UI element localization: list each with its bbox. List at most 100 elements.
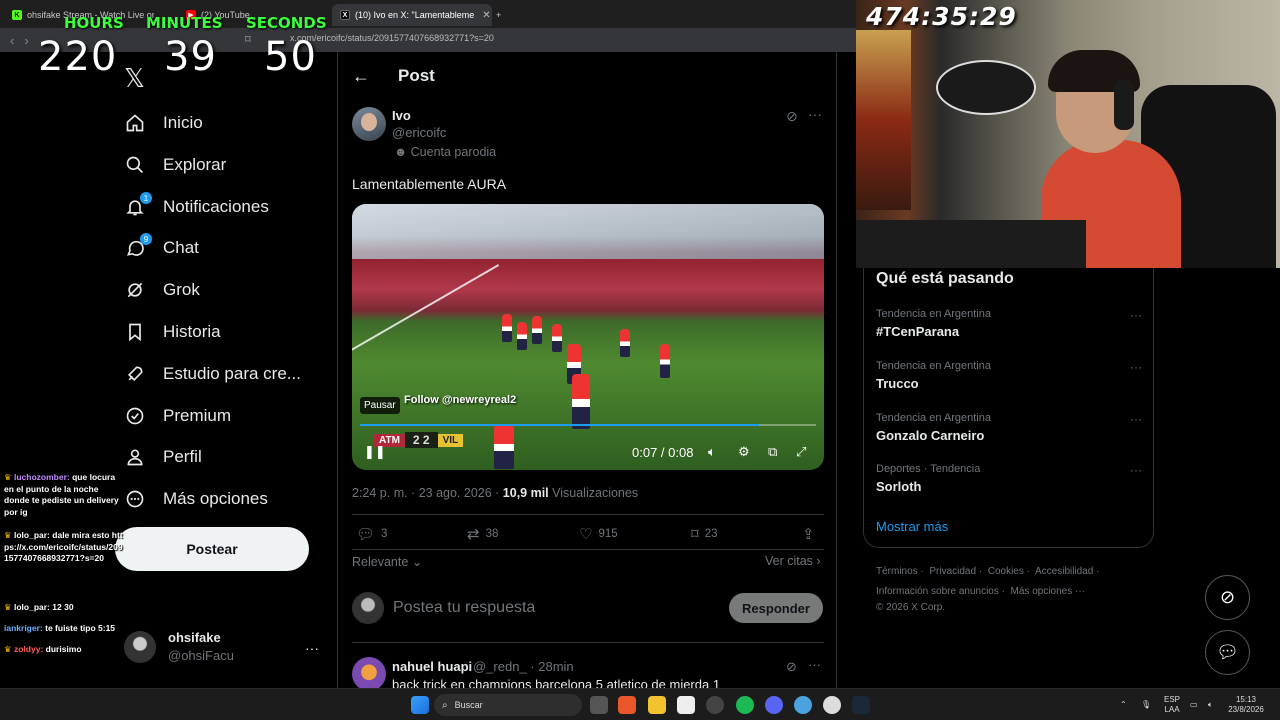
headset <box>1114 80 1134 130</box>
footer-link[interactable]: Privacidad <box>929 566 976 577</box>
pause-icon[interactable]: ❚❚ <box>364 444 386 460</box>
more-icon[interactable]: ··· <box>1130 412 1142 426</box>
fullscreen-icon[interactable]: ⤢ <box>796 444 806 460</box>
quotes-link[interactable]: Ver citas › <box>765 554 821 568</box>
tab-x-post[interactable]: X (10) Ivo en X: "Lamentableme ✕ <box>332 4 492 26</box>
forward-nav-icon[interactable]: › <box>24 33 28 48</box>
more-icon[interactable]: ··· <box>808 657 821 672</box>
share-icon[interactable]: ⇪ <box>802 525 821 543</box>
nav-historia[interactable]: Historia <box>124 314 221 350</box>
nav-estudio[interactable]: Estudio para cre... <box>124 356 301 392</box>
windows-start-icon[interactable] <box>411 696 429 714</box>
video-player[interactable]: Pausar Follow @newreyreal2 ATM 2 2 VIL ❚… <box>352 204 824 470</box>
footer-link[interactable]: Más opciones ··· <box>1011 586 1085 597</box>
network-icon[interactable]: ▭ <box>1190 700 1198 710</box>
more-icon[interactable]: ··· <box>808 106 822 122</box>
nav-chat[interactable]: 9 Chat <box>124 230 199 266</box>
clock[interactable]: 15:13 23/8/2026 <box>1226 695 1266 715</box>
more-icon[interactable]: ··· <box>305 640 319 656</box>
nav-notificaciones[interactable]: 1 Notificaciones <box>124 189 269 225</box>
more-icon[interactable]: ··· <box>1130 463 1142 477</box>
messages-fab-icon[interactable]: 💬︎ <box>1205 630 1250 675</box>
chat-text: te fuiste tipo 5:15 <box>45 623 116 633</box>
author-name[interactable]: Ivo <box>392 108 411 123</box>
author-handle[interactable]: @ericoifc <box>392 125 446 140</box>
grok-icon[interactable]: ⊘ <box>786 659 797 675</box>
new-tab-icon[interactable]: + <box>496 4 516 26</box>
footer-link[interactable]: Cookies <box>988 566 1024 577</box>
back-nav-icon[interactable]: ‹ <box>10 33 14 48</box>
like-action[interactable]: ♡ 915 <box>579 525 618 543</box>
language-indicator[interactable]: ESP LAA <box>1160 695 1184 715</box>
volume-icon[interactable]: 🔈︎ <box>708 444 716 460</box>
skull-app-icon[interactable] <box>823 696 841 714</box>
divider <box>352 642 824 643</box>
footer-link[interactable]: Información sobre anuncios <box>876 586 999 597</box>
timestamp[interactable]: 2:24 p. m. · 23 ago. 2026 · <box>352 486 503 500</box>
task-view-icon[interactable] <box>590 696 608 714</box>
bookmark-action[interactable]: ⌑ 23 <box>691 525 718 543</box>
comment-author-name[interactable]: nahuel huapi <box>392 659 472 674</box>
author-avatar[interactable] <box>352 107 386 141</box>
post-button[interactable]: Postear <box>115 527 309 571</box>
trend-item[interactable]: Tendencia en Argentina #TCenParana ··· <box>876 308 1144 339</box>
chat-message: ♛ luchozomber: que locura en el punto de… <box>4 472 126 518</box>
brave-browser-icon[interactable] <box>618 696 636 714</box>
nav-label: Premium <box>163 406 232 425</box>
tray-chevron-icon[interactable]: ⌃ <box>1120 700 1127 710</box>
trend-item[interactable]: Tendencia en Argentina Gonzalo Carneiro … <box>876 412 1144 443</box>
url-field[interactable]: x.com/ericoifc/status/209157740766893277… <box>290 33 494 43</box>
account-switcher[interactable]: ohsifake @ohsiFacu <box>124 630 234 663</box>
bookmark-page-icon[interactable]: ⌑ <box>245 33 251 46</box>
app-icon[interactable] <box>794 696 812 714</box>
nav-label: Perfil <box>163 447 202 466</box>
repost-action[interactable]: ⇄ 38 <box>467 525 498 543</box>
file-explorer-icon[interactable] <box>648 696 666 714</box>
steam-icon[interactable] <box>852 696 870 714</box>
video-progress[interactable] <box>360 424 816 426</box>
comment-author-handle[interactable]: @_redn_ · 28min <box>473 659 574 674</box>
sort-dropdown[interactable]: Relevante ⌄ <box>352 554 422 569</box>
trend-item[interactable]: Tendencia en Argentina Trucco ··· <box>876 360 1144 391</box>
footer-link[interactable]: Accesibilidad <box>1035 566 1093 577</box>
spotify-icon[interactable] <box>736 696 754 714</box>
more-circle-icon <box>124 488 146 510</box>
settings-gear-icon[interactable]: ⚙ <box>738 444 750 460</box>
app-icon[interactable] <box>706 696 724 714</box>
nav-inicio[interactable]: Inicio <box>124 105 203 141</box>
pause-tooltip: Pausar <box>360 397 400 414</box>
nav-explorar[interactable]: Explorar <box>124 147 226 183</box>
pip-icon[interactable]: ⧉ <box>768 444 777 460</box>
x-logo-icon[interactable]: 𝕏 <box>124 64 145 94</box>
close-tab-icon[interactable]: ✕ <box>482 10 490 21</box>
nav-grok[interactable]: Grok <box>124 272 200 308</box>
app-icon[interactable] <box>677 696 695 714</box>
post-column: ← Post Ivo @ericoifc ☻ Cuenta parodia ⊘ … <box>337 52 837 688</box>
grok-fab-icon[interactable]: ⊘ <box>1205 575 1250 620</box>
trends-heading: Qué está pasando <box>876 270 1014 287</box>
footer-link[interactable]: Términos <box>876 566 918 577</box>
nav-label: Notificaciones <box>163 197 269 216</box>
webcam-feed: 474:35:29 <box>856 0 1280 268</box>
more-icon[interactable]: ··· <box>1130 360 1142 374</box>
comment-avatar[interactable] <box>352 657 386 688</box>
taskbar-search[interactable]: ⌕ Buscar <box>434 694 582 716</box>
minutes-label: MINUTES <box>146 14 223 32</box>
grok-icon[interactable]: ⊘ <box>786 108 798 125</box>
reply-action[interactable]: 💬︎ 3 <box>356 525 387 543</box>
nav-mas-opciones[interactable]: Más opciones <box>124 481 268 517</box>
chat-icon: 9 <box>124 233 152 259</box>
show-more-link[interactable]: Mostrar más <box>876 519 948 534</box>
trend-item[interactable]: Deportes · Tendencia Sorloth ··· <box>876 463 1144 494</box>
nav-perfil[interactable]: Perfil <box>124 439 202 475</box>
discord-icon[interactable] <box>765 696 783 714</box>
score: 2 2 <box>404 432 438 448</box>
reply-button[interactable]: Responder <box>729 593 823 623</box>
more-icon[interactable]: ··· <box>1130 308 1142 322</box>
microphone-icon[interactable]: 🎙︎ <box>1141 700 1151 710</box>
back-arrow-icon[interactable]: ← <box>352 66 370 87</box>
reply-input[interactable]: Postea tu respuesta <box>393 599 535 617</box>
volume-icon[interactable]: 🔈︎ <box>1208 700 1213 710</box>
chevron-down-icon: ⌄ <box>411 555 423 569</box>
nav-premium[interactable]: Premium <box>124 398 231 434</box>
